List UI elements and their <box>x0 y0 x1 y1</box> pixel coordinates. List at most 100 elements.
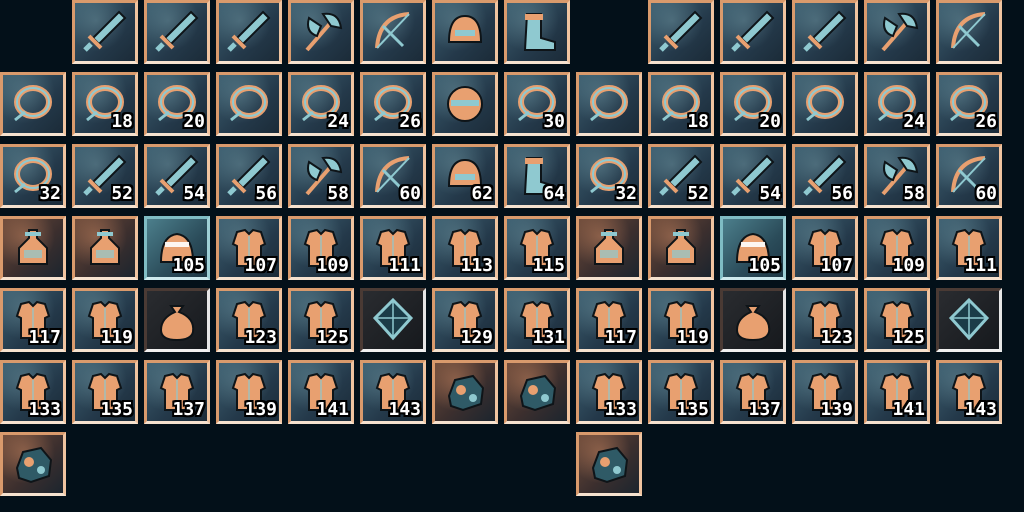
item-slot[interactable]: 111 <box>936 216 1002 280</box>
item-slot[interactable]: 125 <box>864 288 930 352</box>
item-slot[interactable]: 139 <box>792 360 858 424</box>
item-level-label: 60 <box>399 183 421 204</box>
item-slot[interactable]: 141 <box>864 360 930 424</box>
item-slot[interactable] <box>216 72 282 136</box>
item-slot[interactable]: 117 <box>0 288 66 352</box>
item-slot[interactable] <box>288 0 354 64</box>
item-slot[interactable]: 119 <box>648 288 714 352</box>
item-slot[interactable] <box>216 0 282 64</box>
item-slot[interactable] <box>648 0 714 64</box>
item-slot[interactable]: 119 <box>72 288 138 352</box>
item-slot[interactable]: 143 <box>936 360 1002 424</box>
sword-icon <box>727 6 779 58</box>
rock-icon <box>511 366 563 418</box>
item-slot[interactable] <box>0 72 66 136</box>
item-level-label: 141 <box>892 399 925 420</box>
item-slot[interactable]: 64 <box>504 144 570 208</box>
item-slot[interactable] <box>0 216 66 280</box>
item-slot[interactable]: 58 <box>864 144 930 208</box>
item-slot[interactable] <box>864 0 930 64</box>
item-slot[interactable]: 123 <box>792 288 858 352</box>
item-slot[interactable] <box>72 0 138 64</box>
item-slot[interactable]: 54 <box>720 144 786 208</box>
item-slot[interactable]: 105 <box>144 216 210 280</box>
item-slot[interactable]: 123 <box>216 288 282 352</box>
item-slot[interactable]: 109 <box>864 216 930 280</box>
item-slot[interactable]: 133 <box>0 360 66 424</box>
item-slot[interactable] <box>432 72 498 136</box>
item-slot[interactable]: 56 <box>216 144 282 208</box>
item-slot[interactable]: 26 <box>936 72 1002 136</box>
item-slot[interactable]: 105 <box>720 216 786 280</box>
item-slot[interactable]: 137 <box>144 360 210 424</box>
item-level-label: 125 <box>316 327 349 348</box>
item-slot[interactable]: 60 <box>360 144 426 208</box>
sword-icon <box>799 6 851 58</box>
item-slot[interactable] <box>576 72 642 136</box>
item-slot[interactable] <box>792 72 858 136</box>
item-slot[interactable]: 135 <box>648 360 714 424</box>
item-slot[interactable]: 137 <box>720 360 786 424</box>
item-slot[interactable] <box>576 216 642 280</box>
item-slot[interactable]: 24 <box>864 72 930 136</box>
item-slot[interactable]: 107 <box>792 216 858 280</box>
item-slot[interactable] <box>0 432 66 496</box>
item-slot[interactable]: 113 <box>432 216 498 280</box>
item-slot[interactable]: 52 <box>72 144 138 208</box>
item-slot[interactable] <box>432 0 498 64</box>
item-slot[interactable]: 54 <box>144 144 210 208</box>
item-slot[interactable]: 107 <box>216 216 282 280</box>
item-level-label: 64 <box>543 183 565 204</box>
item-slot[interactable] <box>792 0 858 64</box>
item-level-label: 30 <box>543 111 565 132</box>
item-slot[interactable]: 56 <box>792 144 858 208</box>
item-level-label: 60 <box>975 183 997 204</box>
item-slot[interactable] <box>936 0 1002 64</box>
item-slot[interactable]: 109 <box>288 216 354 280</box>
item-level-label: 119 <box>100 327 133 348</box>
item-slot[interactable]: 26 <box>360 72 426 136</box>
item-level-label: 58 <box>327 183 349 204</box>
item-slot[interactable]: 143 <box>360 360 426 424</box>
item-slot[interactable]: 24 <box>288 72 354 136</box>
item-slot[interactable]: 60 <box>936 144 1002 208</box>
item-slot[interactable] <box>360 288 426 352</box>
item-slot[interactable]: 32 <box>0 144 66 208</box>
item-slot[interactable] <box>504 360 570 424</box>
item-slot[interactable]: 30 <box>504 72 570 136</box>
item-slot[interactable]: 141 <box>288 360 354 424</box>
item-level-label: 107 <box>244 255 277 276</box>
item-slot[interactable] <box>576 432 642 496</box>
item-level-label: 24 <box>903 111 925 132</box>
item-slot[interactable] <box>72 216 138 280</box>
item-slot[interactable] <box>648 216 714 280</box>
item-slot[interactable]: 139 <box>216 360 282 424</box>
item-slot[interactable]: 18 <box>72 72 138 136</box>
item-slot[interactable]: 62 <box>432 144 498 208</box>
item-slot[interactable] <box>144 288 210 352</box>
item-slot[interactable] <box>720 288 786 352</box>
item-level-label: 105 <box>172 255 205 276</box>
item-slot[interactable]: 32 <box>576 144 642 208</box>
item-slot[interactable] <box>720 0 786 64</box>
item-slot[interactable]: 20 <box>144 72 210 136</box>
item-slot[interactable] <box>504 0 570 64</box>
item-slot[interactable] <box>360 0 426 64</box>
item-slot[interactable]: 58 <box>288 144 354 208</box>
item-slot[interactable]: 115 <box>504 216 570 280</box>
item-slot[interactable]: 18 <box>648 72 714 136</box>
item-slot[interactable]: 117 <box>576 288 642 352</box>
item-slot[interactable]: 52 <box>648 144 714 208</box>
item-slot[interactable]: 125 <box>288 288 354 352</box>
axe-icon <box>295 6 347 58</box>
item-slot[interactable] <box>936 288 1002 352</box>
item-slot[interactable] <box>144 0 210 64</box>
item-slot[interactable]: 135 <box>72 360 138 424</box>
item-slot[interactable]: 129 <box>432 288 498 352</box>
item-slot[interactable] <box>432 360 498 424</box>
item-level-label: 115 <box>532 255 565 276</box>
item-slot[interactable]: 131 <box>504 288 570 352</box>
item-slot[interactable]: 20 <box>720 72 786 136</box>
item-slot[interactable]: 133 <box>576 360 642 424</box>
item-slot[interactable]: 111 <box>360 216 426 280</box>
